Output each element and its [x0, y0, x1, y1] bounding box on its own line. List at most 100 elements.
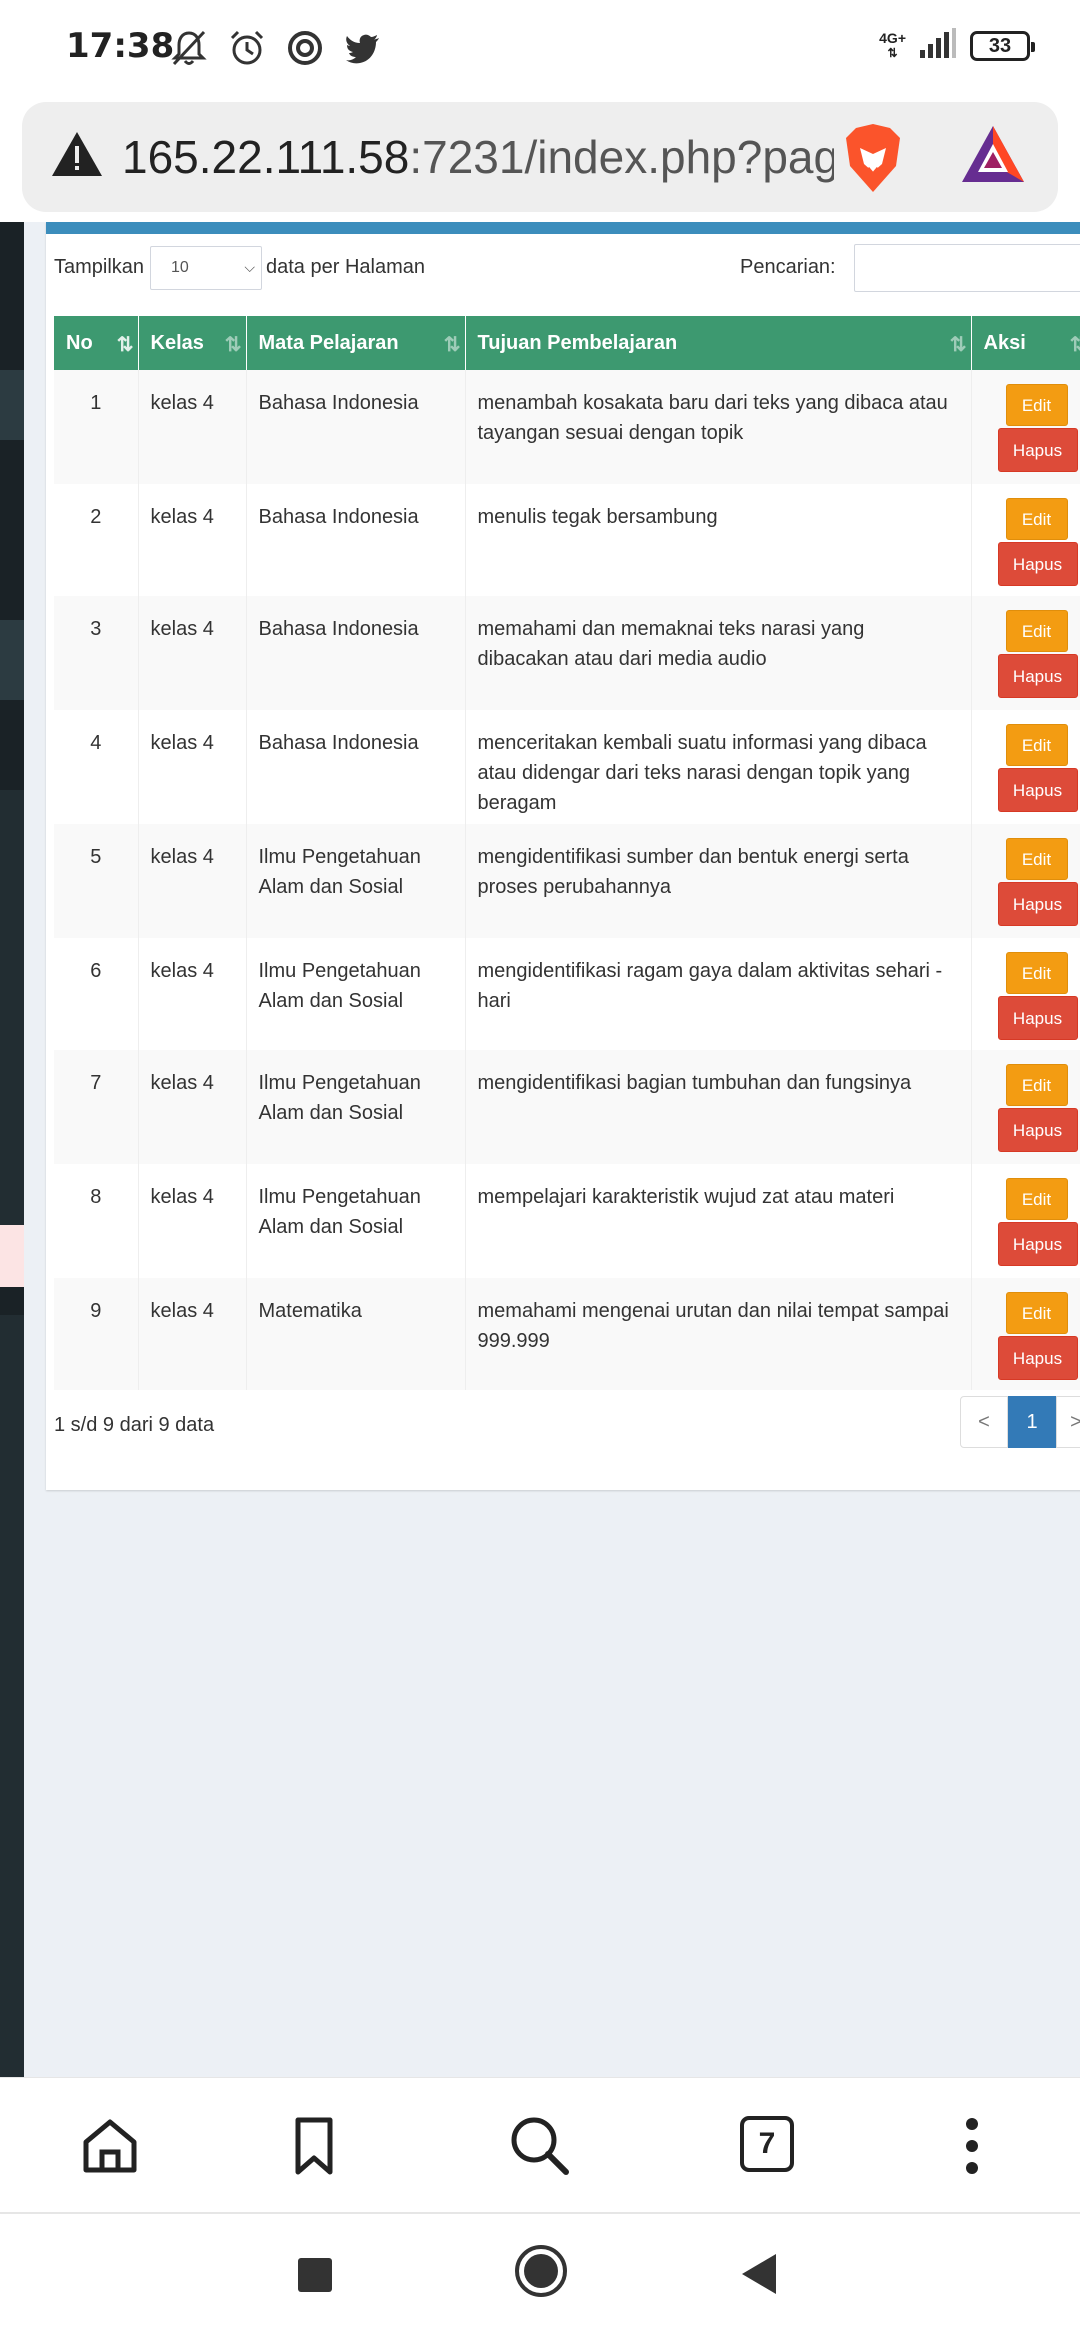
cell-tujuan-pembelajaran: mempelajari karakteristik wujud zat atau…: [465, 1164, 972, 1278]
delete-button[interactable]: Hapus: [997, 1222, 1078, 1266]
edit-button[interactable]: Edit: [1005, 610, 1068, 652]
cell-kelas: kelas 4: [138, 824, 247, 938]
cell-mata-pelajaran: Ilmu Pengetahuan Alam dan Sosial: [246, 938, 466, 1050]
delete-button[interactable]: Hapus: [997, 768, 1078, 812]
table-row: 3 kelas 4 Bahasa Indonesia memahami dan mem…: [54, 596, 1080, 710]
url-text[interactable]: 165.22.111.58:7231/index.php?pag: [122, 130, 834, 184]
cell-kelas: kelas 4: [138, 1278, 247, 1390]
table-row: 8 kelas 4 Ilmu Pengetahuan Alam dan Sosial…: [54, 1164, 1080, 1278]
cell-no: 7: [54, 1050, 139, 1164]
table-body: 1 kelas 4 Bahasa Indonesia menambah kosakat…: [54, 370, 1080, 1390]
cell-aksi: Edit Hapus: [971, 1050, 1080, 1164]
cell-mata-pelajaran: Ilmu Pengetahuan Alam dan Sosial: [246, 1050, 466, 1164]
edit-button[interactable]: Edit: [1005, 838, 1068, 880]
cell-aksi: Edit Hapus: [971, 484, 1080, 596]
table-row: 4 kelas 4 Bahasa Indonesia menceritakan kem…: [54, 710, 1080, 824]
address-bar[interactable]: 165.22.111.58:7231/index.php?pag: [22, 102, 1058, 212]
next-page-button[interactable]: >: [1056, 1396, 1080, 1448]
edit-button[interactable]: Edit: [1005, 1064, 1068, 1106]
delete-button[interactable]: Hapus: [997, 996, 1078, 1040]
delete-button[interactable]: Hapus: [997, 882, 1078, 926]
edit-button[interactable]: Edit: [1005, 384, 1068, 426]
cell-no: 1: [54, 370, 139, 484]
edit-button[interactable]: Edit: [1005, 724, 1068, 766]
cell-tujuan-pembelajaran: menceritakan kembali suatu informasi yan…: [465, 710, 972, 824]
cell-aksi: Edit Hapus: [971, 1164, 1080, 1278]
per-page-label: data per Halaman: [266, 256, 425, 278]
delete-button[interactable]: Hapus: [997, 654, 1078, 698]
table-row: 1 kelas 4 Bahasa Indonesia menambah kosakat…: [54, 370, 1080, 484]
prev-page-button[interactable]: <: [960, 1396, 1008, 1448]
header-aksi[interactable]: Aksi ⇅: [971, 316, 1080, 370]
delete-button[interactable]: Hapus: [997, 542, 1078, 586]
recents-icon[interactable]: [298, 2258, 332, 2297]
edit-button[interactable]: Edit: [1005, 952, 1068, 994]
header-kelas[interactable]: Kelas ⇅: [138, 316, 247, 370]
table-row: 2 kelas 4 Bahasa Indonesia menulis tegak be…: [54, 484, 1080, 596]
cell-aksi: Edit Hapus: [971, 938, 1080, 1050]
cell-no: 6: [54, 938, 139, 1050]
table-controls: Tampilkan 10 ⌵ data per Halaman Pencaria…: [54, 244, 1080, 292]
network-type: 4G+ ⇅: [879, 30, 906, 60]
cell-mata-pelajaran: Ilmu Pengetahuan Alam dan Sosial: [246, 1164, 466, 1278]
cell-kelas: kelas 4: [138, 938, 247, 1050]
cell-no: 4: [54, 710, 139, 824]
brave-lion-icon[interactable]: [840, 122, 906, 199]
cell-aksi: Edit Hapus: [971, 1278, 1080, 1390]
bookmark-icon[interactable]: [282, 2114, 346, 2178]
cell-mata-pelajaran: Ilmu Pengetahuan Alam dan Sosial: [246, 824, 466, 938]
cell-kelas: kelas 4: [138, 1164, 247, 1278]
cell-tujuan-pembelajaran: mengidentifikasi ragam gaya dalam aktivi…: [465, 938, 972, 1050]
cell-aksi: Edit Hapus: [971, 824, 1080, 938]
twitter-icon: [344, 28, 382, 68]
edit-button[interactable]: Edit: [1005, 1178, 1068, 1220]
cell-tujuan-pembelajaran: memahami dan memaknai teks narasi yang d…: [465, 596, 972, 710]
delete-button[interactable]: Hapus: [997, 1108, 1078, 1152]
bell-off-icon: [170, 28, 208, 68]
cell-tujuan-pembelajaran: menulis tegak bersambung: [465, 484, 972, 596]
page-1-button[interactable]: 1: [1008, 1396, 1056, 1448]
header-mata-pelajaran[interactable]: Mata Pelajaran ⇅: [246, 316, 466, 370]
pagination: < 1 >: [960, 1396, 1080, 1448]
cell-mata-pelajaran: Bahasa Indonesia: [246, 484, 466, 596]
cell-no: 2: [54, 484, 139, 596]
cell-mata-pelajaran: Matematika: [246, 1278, 466, 1390]
more-icon[interactable]: [940, 2114, 1004, 2178]
table-row: 5 kelas 4 Ilmu Pengetahuan Alam dan Sosial…: [54, 824, 1080, 938]
page-size-select[interactable]: 10 ⌵: [150, 246, 262, 290]
delete-button[interactable]: Hapus: [997, 1336, 1078, 1380]
search-label: Pencarian:: [740, 256, 836, 278]
cell-kelas: kelas 4: [138, 596, 247, 710]
data-table: No ⇅ Kelas ⇅ Mata Pelajaran ⇅ Tujuan Pembel…: [54, 316, 1080, 1390]
cell-tujuan-pembelajaran: memahami mengenai urutan dan nilai tempa…: [465, 1278, 972, 1390]
delete-button[interactable]: Hapus: [997, 428, 1078, 472]
cell-no: 5: [54, 824, 139, 938]
home-circle-icon[interactable]: [514, 2244, 568, 2303]
sort-icon: ⇅: [443, 334, 461, 356]
cell-aksi: Edit Hapus: [971, 370, 1080, 484]
cell-no: 3: [54, 596, 139, 710]
edit-button[interactable]: Edit: [1005, 1292, 1068, 1334]
search-icon[interactable]: [508, 2114, 572, 2178]
system-status: 4G+ ⇅ 33: [879, 28, 1035, 63]
tabs-button[interactable]: 7: [740, 2116, 794, 2172]
search-input[interactable]: [854, 244, 1080, 292]
cell-tujuan-pembelajaran: menambah kosakata baru dari teks yang di…: [465, 370, 972, 484]
back-icon[interactable]: [742, 2254, 778, 2299]
bat-rewards-icon[interactable]: [960, 124, 1026, 191]
cell-no: 8: [54, 1164, 139, 1278]
signal-icon: [920, 28, 956, 63]
header-no[interactable]: No ⇅: [54, 316, 139, 370]
home-icon[interactable]: [78, 2114, 142, 2178]
notification-icons: [170, 28, 382, 68]
page-content: Tampilkan 10 ⌵ data per Halaman Pencaria…: [0, 222, 1080, 2077]
edit-button[interactable]: Edit: [1005, 498, 1068, 540]
warning-icon[interactable]: [50, 129, 104, 184]
table-row: 7 kelas 4 Ilmu Pengetahuan Alam dan Sosial…: [54, 1050, 1080, 1164]
sort-icon: ⇅: [949, 334, 967, 356]
header-tujuan-pembelajaran[interactable]: Tujuan Pembelajaran ⇅: [465, 316, 972, 370]
show-label: Tampilkan: [54, 256, 145, 278]
cell-kelas: kelas 4: [138, 710, 247, 824]
cell-mata-pelajaran: Bahasa Indonesia: [246, 596, 466, 710]
sidebar: [0, 222, 24, 2077]
